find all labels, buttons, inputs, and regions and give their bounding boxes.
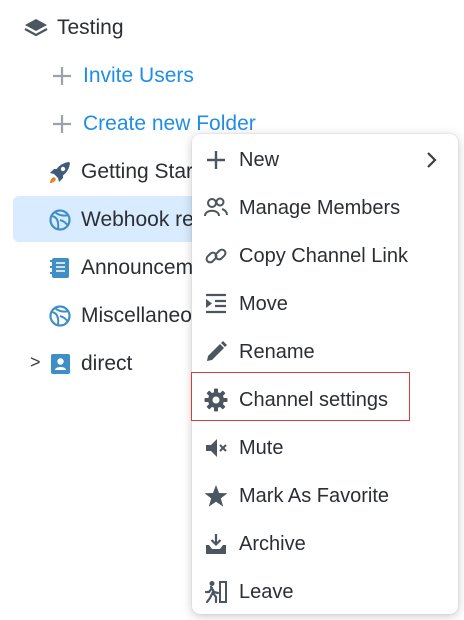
invite-users-link[interactable]: Invite Users bbox=[49, 52, 194, 100]
workspace-row[interactable]: Testing bbox=[23, 4, 124, 52]
menu-item-label: Rename bbox=[239, 340, 315, 363]
menu-item-move[interactable]: Move bbox=[192, 280, 458, 328]
menu-item-copy-link[interactable]: Copy Channel Link bbox=[192, 232, 458, 280]
globe-icon bbox=[47, 303, 73, 329]
channel-item-miscellaneous[interactable]: Miscellaneous bbox=[47, 292, 214, 340]
menu-item-label: Archive bbox=[239, 532, 306, 555]
chevron-right-icon[interactable]: > bbox=[30, 352, 41, 373]
workspace-label: Testing bbox=[57, 16, 124, 39]
plus-icon bbox=[49, 63, 75, 89]
pencil-icon bbox=[202, 338, 230, 366]
channel-context-menu: New Manage Members Copy Channel Link Mov… bbox=[191, 134, 458, 616]
folder-item-direct[interactable]: direct bbox=[47, 340, 132, 388]
layers-icon bbox=[23, 15, 49, 41]
notebook-icon bbox=[47, 255, 73, 281]
menu-item-label: Leave bbox=[239, 580, 294, 603]
menu-item-label: New bbox=[239, 148, 280, 171]
menu-item-leave[interactable]: Leave bbox=[192, 568, 458, 616]
menu-item-manage-members[interactable]: Manage Members bbox=[192, 184, 458, 232]
chevron-right-icon bbox=[422, 148, 442, 172]
menu-item-label: Manage Members bbox=[239, 196, 401, 219]
menu-item-mark-favorite[interactable]: Mark As Favorite bbox=[192, 472, 458, 520]
menu-item-label: Copy Channel Link bbox=[239, 244, 408, 267]
highlight-frame bbox=[191, 372, 410, 421]
folder-label: direct bbox=[81, 352, 133, 375]
mute-icon bbox=[202, 434, 230, 462]
members-icon bbox=[202, 194, 230, 222]
rocket-icon bbox=[47, 159, 73, 185]
contact-book-icon bbox=[47, 351, 73, 377]
menu-item-archive[interactable]: Archive bbox=[192, 520, 458, 568]
archive-icon bbox=[202, 530, 230, 558]
invite-users-label: Invite Users bbox=[83, 64, 194, 87]
menu-item-rename[interactable]: Rename bbox=[192, 328, 458, 376]
globe-icon bbox=[47, 207, 73, 233]
plus-icon bbox=[49, 111, 75, 137]
plus-icon bbox=[202, 146, 230, 174]
menu-item-label: Move bbox=[239, 292, 288, 315]
star-icon bbox=[202, 482, 230, 510]
menu-item-new[interactable]: New bbox=[192, 136, 458, 184]
create-folder-label: Create new Folder bbox=[83, 112, 256, 135]
menu-item-label: Mute bbox=[239, 436, 284, 459]
move-icon bbox=[202, 290, 230, 318]
link-icon bbox=[202, 242, 230, 270]
menu-item-label: Mark As Favorite bbox=[239, 484, 390, 507]
menu-item-mute[interactable]: Mute bbox=[192, 424, 458, 472]
leave-icon bbox=[202, 578, 230, 606]
